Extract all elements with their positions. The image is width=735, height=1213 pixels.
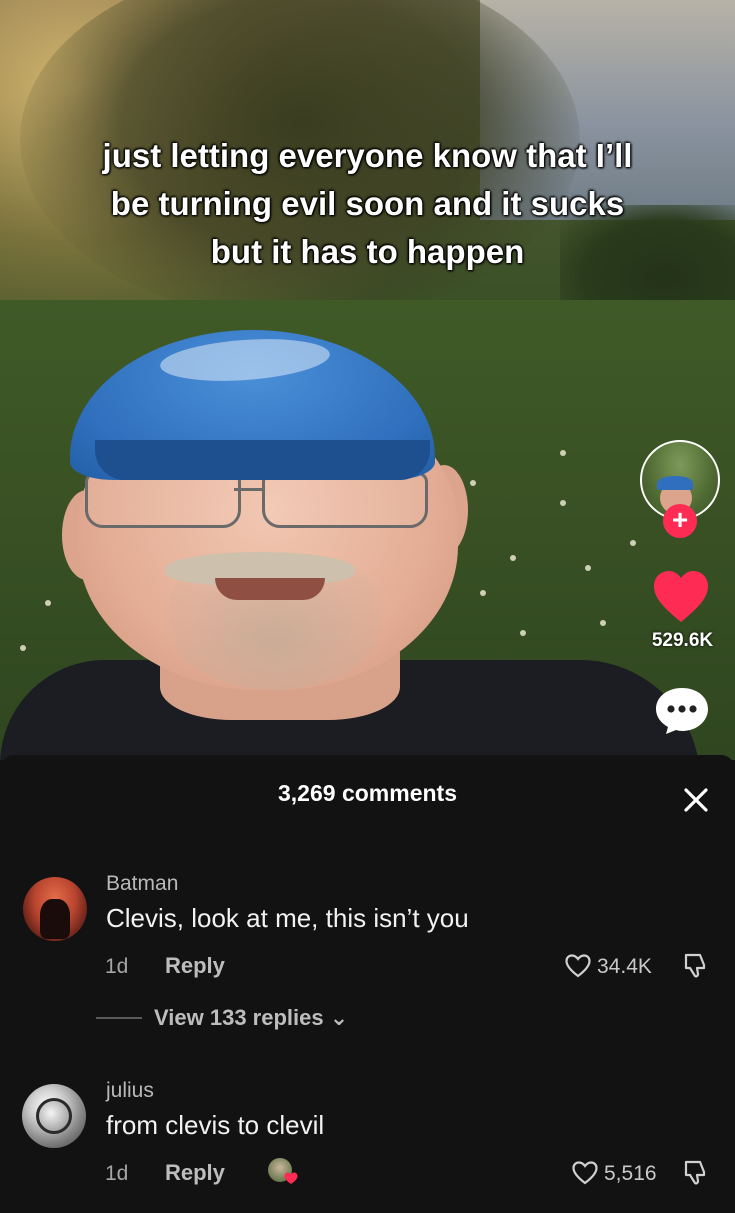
- comments-count-title: 3,269 comments: [278, 780, 457, 806]
- avatar-silhouette: [40, 899, 70, 939]
- comments-sheet: [0, 755, 735, 1213]
- avatar-cap: [657, 476, 693, 490]
- comment-username[interactable]: julius: [106, 1079, 154, 1103]
- follow-button[interactable]: +: [663, 504, 697, 538]
- creator-heart-icon: [284, 1172, 298, 1184]
- comment-like-heart-icon[interactable]: [572, 1161, 598, 1185]
- avatar-ring: [36, 1098, 72, 1134]
- comment-time: 1d: [105, 955, 129, 978]
- replies-divider: [96, 1017, 142, 1019]
- dislike-icon[interactable]: [682, 1158, 710, 1186]
- comment-time: 1d: [105, 1162, 129, 1185]
- creator-liked-badge: [266, 1156, 300, 1188]
- comment-like-count: 5,516: [604, 1162, 657, 1185]
- commenter-avatar[interactable]: [22, 1084, 86, 1148]
- comment-username[interactable]: Batman: [106, 872, 178, 896]
- video-caption: just letting everyone know that I’ll be …: [102, 137, 633, 270]
- person-smile: [215, 578, 325, 600]
- comment-text: from clevis to clevil: [106, 1110, 325, 1140]
- like-heart-icon[interactable]: [652, 570, 710, 624]
- glasses-lens: [262, 472, 428, 528]
- comment-text: Clevis, look at me, this isn’t you: [106, 903, 469, 933]
- video-player[interactable]: just letting everyone know that I’ll be …: [0, 0, 735, 760]
- cap-brim: [95, 440, 430, 480]
- comment-like-count: 34.4K: [597, 955, 652, 978]
- view-replies-button[interactable]: View 133 replies ⌄: [154, 1005, 348, 1031]
- commenter-avatar[interactable]: [23, 877, 87, 941]
- like-count: 529.6K: [651, 630, 714, 651]
- comment-bubble-icon[interactable]: [654, 686, 710, 736]
- comment-like-heart-icon[interactable]: [565, 954, 591, 978]
- glasses-lens: [85, 472, 241, 528]
- glasses-bridge: [234, 488, 264, 491]
- reply-button[interactable]: Reply: [165, 953, 225, 979]
- dislike-icon[interactable]: [682, 951, 710, 979]
- reply-button[interactable]: Reply: [165, 1160, 225, 1186]
- close-icon[interactable]: [678, 782, 714, 818]
